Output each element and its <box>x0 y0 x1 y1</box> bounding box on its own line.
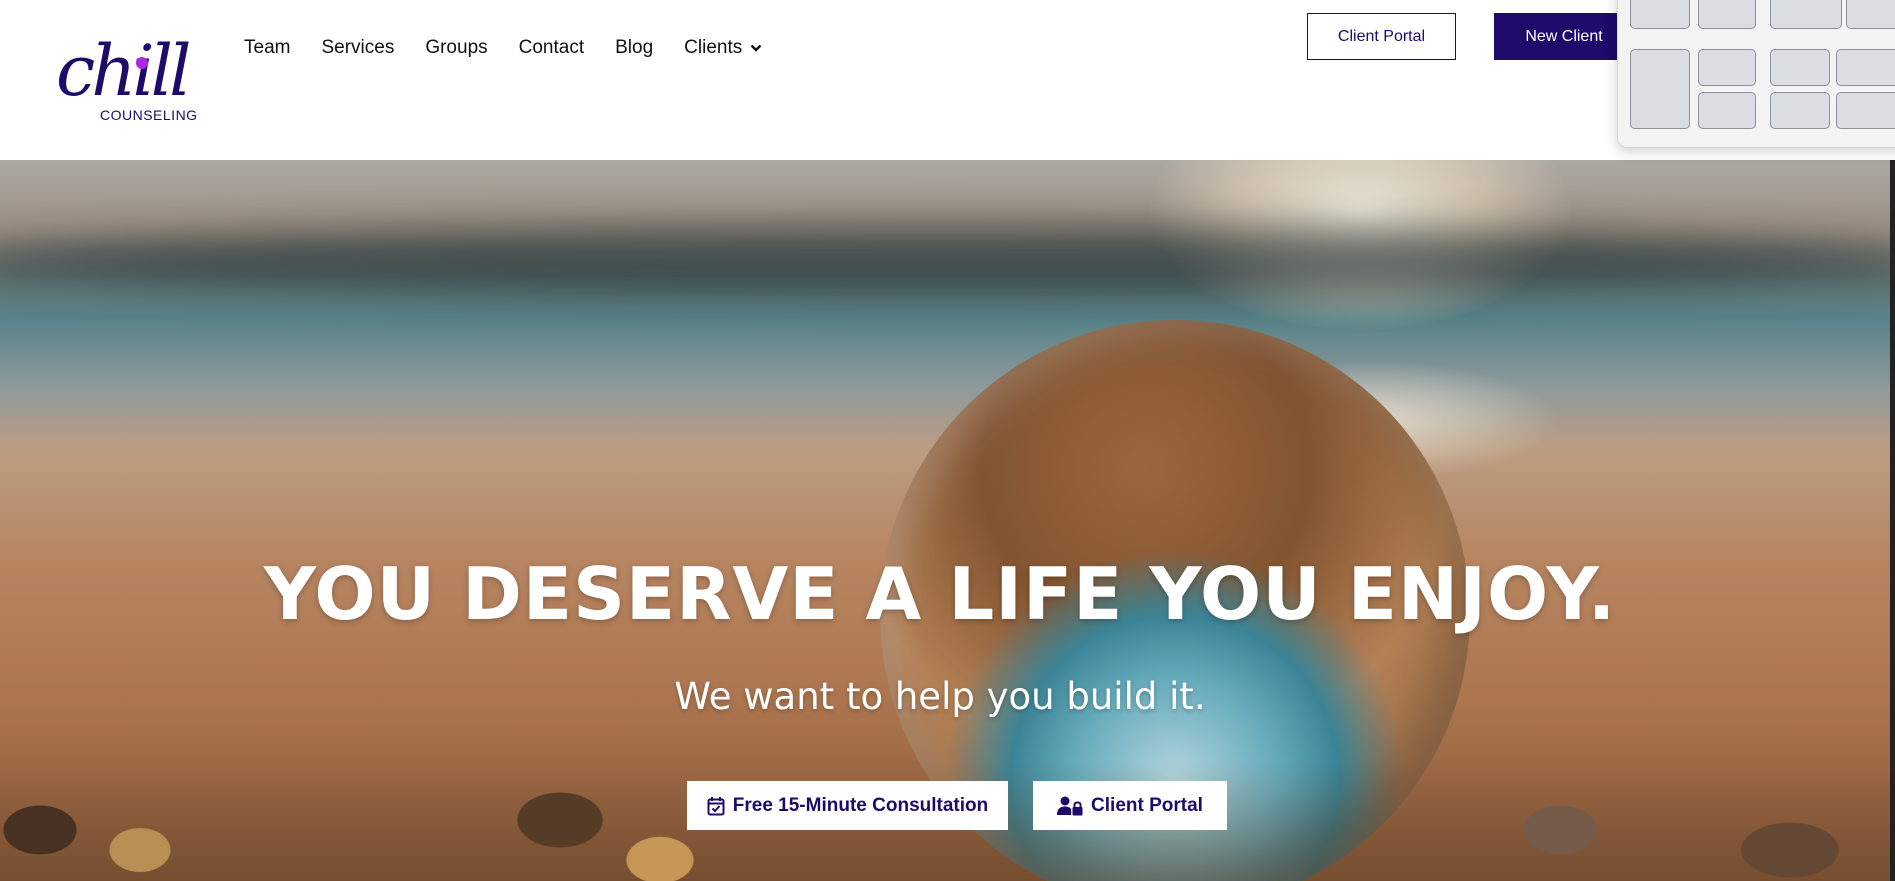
free-consultation-label: Free 15-Minute Consultation <box>732 794 989 816</box>
nav-item-clients-label: Clients <box>684 37 743 58</box>
hero-overlay <box>0 160 1890 881</box>
calendar-check-icon <box>707 796 725 815</box>
hero-section: YOU DESERVE A LIFE YOU ENJOY. We want to… <box>0 160 1890 881</box>
logo[interactable]: chill COUNSELING <box>54 26 204 126</box>
main-nav: Team Services Groups Contact Blog Client… <box>244 36 793 60</box>
snap-zone[interactable] <box>1846 0 1895 29</box>
nav-item-blog[interactable]: Blog <box>615 36 653 60</box>
snap-zone[interactable] <box>1770 0 1842 29</box>
hero-title: YOU DESERVE A LIFE YOU ENJOY. <box>263 552 1617 636</box>
snap-zone[interactable] <box>1698 92 1756 129</box>
snap-zone[interactable] <box>1836 49 1895 86</box>
hero-client-portal-button[interactable]: Client Portal <box>1033 781 1227 830</box>
nav-item-groups[interactable]: Groups <box>425 36 487 60</box>
snap-zone[interactable] <box>1698 49 1756 86</box>
snap-zone[interactable] <box>1836 92 1895 129</box>
nav-item-services[interactable]: Services <box>321 36 394 60</box>
logo-dot <box>136 57 148 69</box>
nav-item-clients[interactable]: Clients <box>684 36 762 60</box>
free-consultation-button[interactable]: Free 15-Minute Consultation <box>687 781 1008 830</box>
snap-zone[interactable] <box>1630 0 1690 29</box>
snap-zone[interactable] <box>1770 92 1830 129</box>
snap-zone[interactable] <box>1770 49 1830 86</box>
window-edge <box>1890 160 1895 881</box>
logo-subtitle: COUNSELING <box>100 107 198 123</box>
nav-item-team[interactable]: Team <box>244 36 290 60</box>
user-lock-icon <box>1057 796 1083 815</box>
hero-client-portal-label: Client Portal <box>1091 794 1203 816</box>
snap-layout-popup <box>1617 0 1895 148</box>
nav-item-contact[interactable]: Contact <box>519 36 584 60</box>
snap-zone[interactable] <box>1698 0 1756 29</box>
logo-wordmark: chill <box>56 30 191 112</box>
chevron-down-icon <box>750 44 762 52</box>
hero-subtitle: We want to help you build it. <box>674 675 1206 718</box>
snap-zone[interactable] <box>1630 49 1690 129</box>
client-portal-button[interactable]: Client Portal <box>1307 13 1456 60</box>
site-header: chill COUNSELING Team Services Groups Co… <box>0 0 1895 160</box>
new-client-button[interactable]: New Client <box>1494 13 1634 60</box>
